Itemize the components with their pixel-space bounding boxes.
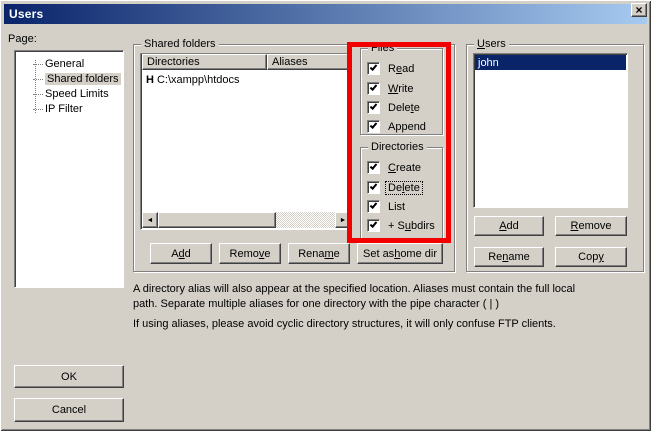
checkbox-dirs-create[interactable]: Create: [367, 161, 423, 174]
checkbox-box: [367, 120, 380, 133]
title-bar[interactable]: Users: [4, 4, 647, 24]
sidebar-item-ip-filter[interactable]: IP Filter: [33, 102, 83, 116]
page-listbox: General Shared folders Speed Limits IP F…: [14, 50, 124, 288]
check-icon: [370, 182, 378, 190]
checkbox-files-delete[interactable]: Delete: [367, 101, 422, 114]
users-group-label: Users: [474, 38, 509, 50]
column-header-aliases[interactable]: Aliases: [267, 54, 351, 70]
alias-help-text-line2: path. Separate multiple aliases for one …: [133, 298, 499, 310]
check-icon: [370, 102, 378, 110]
alias-help-text-line3: If using aliases, please avoid cyclic di…: [133, 318, 556, 330]
tree-dash: [33, 94, 43, 95]
check-icon: [370, 63, 378, 71]
close-icon[interactable]: ×: [631, 3, 647, 17]
checkbox-files-write[interactable]: Write: [367, 82, 415, 95]
ok-button[interactable]: OK: [14, 365, 124, 388]
checkbox-label: Create: [386, 162, 423, 174]
add-user-button[interactable]: Add: [474, 216, 544, 236]
checkbox-box: [367, 200, 380, 213]
page-label: Page:: [8, 33, 37, 45]
tree-dash: [33, 109, 43, 110]
checkbox-label-focused: Delete: [386, 182, 422, 194]
checkbox-box: [367, 62, 380, 75]
check-icon: [370, 162, 378, 170]
directories-group-label: Directories: [368, 141, 427, 153]
sidebar-item-label: Speed Limits: [45, 88, 109, 100]
window-title: Users: [9, 7, 43, 21]
checkbox-label: Delete: [386, 102, 422, 114]
remove-folder-button[interactable]: Remove: [219, 243, 281, 264]
checkbox-dirs-delete[interactable]: Delete: [367, 181, 422, 194]
scrollbar-thumb[interactable]: [158, 212, 276, 228]
check-icon: [370, 121, 378, 129]
tree-dash: [33, 64, 43, 65]
add-folder-button[interactable]: Add: [150, 243, 212, 264]
sidebar-item-shared-folders[interactable]: Shared folders: [33, 72, 121, 86]
column-header-directories[interactable]: Directories: [142, 54, 267, 70]
checkbox-box: [367, 219, 380, 232]
checkbox-label: + Subdirs: [386, 220, 437, 232]
remove-user-button[interactable]: Remove: [555, 216, 627, 236]
checkbox-label: List: [386, 201, 407, 213]
user-name: john: [478, 57, 499, 69]
list-item-user-selected[interactable]: john: [475, 55, 626, 70]
set-as-home-dir-button[interactable]: Set as home dir: [357, 243, 443, 264]
sidebar-item-general[interactable]: General: [33, 57, 84, 71]
checkbox-label: Write: [386, 83, 415, 95]
check-icon: [370, 220, 378, 228]
users-dialog: Users × Page: General Shared folders Spe…: [0, 0, 651, 431]
checkbox-label: Read: [386, 63, 416, 75]
files-group-label: Files: [368, 42, 397, 54]
column-header-label: Aliases: [272, 56, 307, 68]
scroll-right-icon[interactable]: ►: [335, 212, 351, 228]
tree-dash: [33, 79, 43, 80]
checkbox-files-append[interactable]: Append: [367, 120, 428, 133]
rename-folder-button[interactable]: Rename: [288, 243, 350, 264]
rename-user-button[interactable]: Rename: [474, 247, 544, 267]
sidebar-item-label: General: [45, 58, 84, 70]
directory-path: C:\xampp\htdocs: [157, 74, 240, 86]
column-header-label: Directories: [147, 56, 200, 68]
scroll-left-icon[interactable]: ◄: [142, 212, 158, 228]
cancel-button[interactable]: Cancel: [14, 398, 124, 422]
checkbox-box: [367, 82, 380, 95]
table-row-home-directory[interactable]: H C:\xampp\htdocs: [142, 72, 240, 87]
checkbox-files-read[interactable]: Read: [367, 62, 416, 75]
checkbox-box: [367, 161, 380, 174]
check-icon: [370, 83, 378, 91]
sidebar-item-label-selected: Shared folders: [45, 73, 121, 85]
sidebar-item-label: IP Filter: [45, 103, 83, 115]
alias-help-text-line1: A directory alias will also appear at th…: [133, 283, 575, 295]
shared-folders-list[interactable]: Directories Aliases H C:\xampp\htdocs ◄ …: [140, 53, 352, 230]
checkbox-dirs-list[interactable]: List: [367, 200, 407, 213]
horizontal-scrollbar[interactable]: ◄ ►: [142, 212, 351, 228]
sidebar-item-speed-limits[interactable]: Speed Limits: [33, 87, 109, 101]
checkbox-label: Append: [386, 121, 428, 133]
checkbox-box: [367, 101, 380, 114]
home-directory-marker: H: [142, 74, 157, 86]
shared-folders-group-label: Shared folders: [141, 38, 219, 50]
check-icon: [370, 201, 378, 209]
checkbox-dirs-subdirs[interactable]: + Subdirs: [367, 219, 437, 232]
copy-user-button[interactable]: Copy: [555, 247, 627, 267]
users-listbox[interactable]: john: [473, 53, 628, 208]
checkbox-box: [367, 181, 380, 194]
